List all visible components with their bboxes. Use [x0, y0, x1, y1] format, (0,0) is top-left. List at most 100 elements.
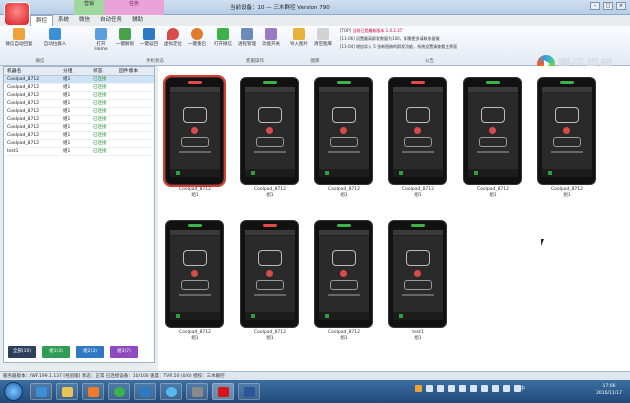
- open-wechat-button[interactable]: 打开微信: [212, 28, 234, 47]
- taskbar-app-tool[interactable]: [186, 383, 208, 400]
- start-button[interactable]: [4, 382, 23, 401]
- phone-statusbar: [542, 87, 592, 93]
- gift-icon: [13, 28, 25, 40]
- auto-reply-button[interactable]: 微信自动回复: [2, 28, 36, 47]
- table-row[interactable]: Coolpad_8712 组1 已连接: [4, 132, 154, 140]
- phone-group: 组1: [563, 193, 571, 198]
- taskbar-app-player[interactable]: [134, 383, 156, 400]
- taskbar-app-qq[interactable]: [160, 383, 182, 400]
- phone-screen[interactable]: [388, 77, 447, 185]
- filter-group3-button[interactable]: 组3(7): [110, 346, 138, 358]
- table-row[interactable]: Coolpad_8712 组1 已连接: [4, 76, 154, 84]
- tray-icon[interactable]: [415, 385, 422, 392]
- feature-switch-button[interactable]: 功能开关: [260, 28, 282, 47]
- tray-icon[interactable]: [426, 385, 433, 392]
- table-cell-status: 已连接: [93, 109, 107, 114]
- column-header[interactable]: 固件版本: [116, 67, 154, 75]
- phone-display[interactable]: [393, 230, 443, 320]
- taskbar-app-chrome[interactable]: [108, 383, 130, 400]
- app-icon: [399, 314, 403, 318]
- clear-album-button[interactable]: 清空图库: [312, 28, 334, 47]
- virtual-location-button[interactable]: 虚拟定位: [162, 28, 184, 47]
- taskbar-app-sanmu[interactable]: [212, 383, 234, 400]
- taskbar-app-word[interactable]: [238, 383, 260, 400]
- phone-display[interactable]: [245, 87, 295, 177]
- tab-wechat[interactable]: 微信: [74, 15, 95, 26]
- reboot-button[interactable]: 一键重启: [186, 28, 208, 47]
- taskbar-app-ie[interactable]: [30, 383, 52, 400]
- phone-group: 组1: [414, 336, 422, 341]
- phone-display[interactable]: [468, 87, 518, 177]
- unlock-button[interactable]: 一键解锁: [114, 28, 136, 47]
- tab-system[interactable]: 系统: [53, 15, 74, 26]
- table-row[interactable]: Coolpad_8712 组1 已连接: [4, 140, 154, 148]
- phone-screen[interactable]: [537, 77, 596, 185]
- phone-screen[interactable]: [388, 220, 447, 328]
- tab-assist[interactable]: 辅助: [127, 15, 148, 26]
- process-manage-button[interactable]: 进程管理: [236, 28, 258, 47]
- tray-icon[interactable]: [492, 385, 499, 392]
- phone-screen[interactable]: [463, 77, 522, 185]
- tray-icon[interactable]: [481, 385, 488, 392]
- tab-auto-task[interactable]: 自动任务: [95, 15, 127, 26]
- table-row[interactable]: Coolpad_8712 组1 已连接: [4, 124, 154, 132]
- table-cell-group: 组1: [63, 141, 71, 146]
- taskbar-app-media[interactable]: [82, 383, 104, 400]
- minimize-icon[interactable]: –: [590, 2, 600, 10]
- notice-line: [11-06] 设置最高群发数量为100，如需更多请联系客服: [340, 36, 440, 41]
- tray-icon[interactable]: [503, 385, 510, 392]
- tray-icon[interactable]: [470, 385, 477, 392]
- phone-display[interactable]: [245, 230, 295, 320]
- table-cell-name: Coolpad_8712: [7, 85, 40, 90]
- input-language[interactable]: 中: [520, 385, 525, 392]
- open-home-button[interactable]: 打开Home: [90, 28, 112, 52]
- tray-icon[interactable]: [437, 385, 444, 392]
- table-row[interactable]: Coolpad_8712 组1 已连接: [4, 100, 154, 108]
- column-header[interactable]: 状态: [90, 67, 116, 75]
- phone-screen[interactable]: [314, 77, 373, 185]
- table-row[interactable]: Coolpad_8712 组1 已连接: [4, 84, 154, 92]
- tab-group-control[interactable]: 群控: [30, 15, 54, 26]
- table-row[interactable]: Coolpad_8712 组1 已连接: [4, 92, 154, 100]
- phone-display[interactable]: [319, 230, 369, 320]
- filter-group2-button[interactable]: 组2(3): [76, 346, 104, 358]
- filter-group1-button[interactable]: 组1(3): [42, 346, 70, 358]
- phone-display[interactable]: [542, 87, 592, 177]
- import-images-button[interactable]: 导入图片: [288, 28, 310, 47]
- auto-pull-group-button[interactable]: 自动拉群人: [38, 28, 72, 47]
- back-button[interactable]: 一键返回: [138, 28, 160, 47]
- phone-label: Coolpad_8712 组1: [532, 187, 602, 199]
- phone-display[interactable]: [170, 87, 220, 177]
- sketch-image-icon: [258, 107, 282, 123]
- column-header[interactable]: 分组: [60, 67, 90, 75]
- taskbar-app-explorer[interactable]: [56, 383, 78, 400]
- table-row[interactable]: test1 组1 已连接: [4, 148, 154, 156]
- phone-display[interactable]: [170, 230, 220, 320]
- context-tab-task[interactable]: 任务: [104, 0, 164, 15]
- phone-screen[interactable]: [314, 220, 373, 328]
- notice-board: [TOP] 当前已是最新版本 1.0.2.37 [11-06] 设置最高群发数量…: [340, 27, 530, 51]
- phone-screen[interactable]: [165, 220, 224, 328]
- refresh-icon: [191, 28, 203, 40]
- phone-screen[interactable]: [240, 77, 299, 185]
- tray-icon[interactable]: [459, 385, 466, 392]
- phone-display[interactable]: [393, 87, 443, 177]
- phone-label: Coolpad_8712 组1: [235, 330, 305, 342]
- maximize-icon[interactable]: □: [603, 2, 613, 10]
- sketch-image-icon: [479, 137, 507, 147]
- context-tab-marketing[interactable]: 营销: [74, 0, 104, 15]
- table-cell-status: 已连接: [93, 141, 107, 146]
- close-icon[interactable]: ×: [616, 2, 626, 10]
- table-cell-name: Coolpad_8712: [7, 109, 40, 114]
- filter-all-button[interactable]: 全部(10): [8, 346, 36, 358]
- app-icon: [251, 171, 255, 175]
- clock[interactable]: 17:06 2016/11/17: [596, 383, 622, 397]
- column-header[interactable]: 机器名: [4, 67, 60, 75]
- phone-display[interactable]: [319, 87, 369, 177]
- avatar-icon: [489, 127, 496, 134]
- table-row[interactable]: Coolpad_8712 组1 已连接: [4, 116, 154, 124]
- tray-icon[interactable]: [448, 385, 455, 392]
- table-row[interactable]: Coolpad_8712 组1 已连接: [4, 108, 154, 116]
- phone-screen[interactable]: [240, 220, 299, 328]
- phone-screen[interactable]: [163, 75, 226, 187]
